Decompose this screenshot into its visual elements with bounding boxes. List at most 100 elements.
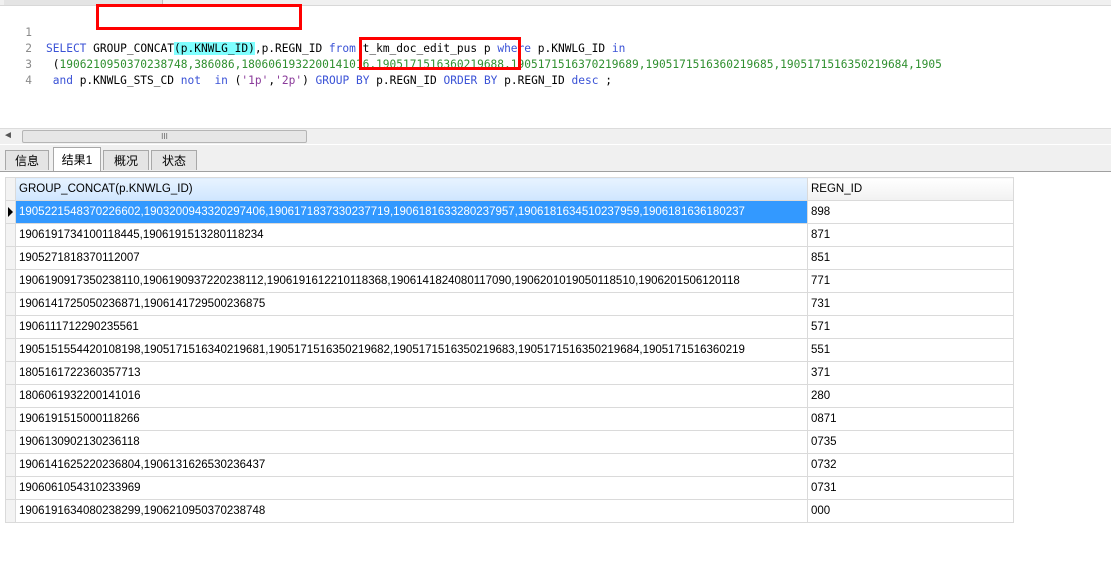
statement-end: ; <box>598 74 612 87</box>
cell-ids[interactable]: 1905151554420108198,1905171516340219681,… <box>15 338 808 362</box>
row-indicator <box>5 223 16 247</box>
code-line-4: 4 <box>0 57 32 87</box>
row-indicator <box>5 200 16 224</box>
cell-ids[interactable]: 1905271818370112007 <box>15 246 808 270</box>
table-row[interactable]: 1906141625220236804,1906131626530236437 0… <box>5 453 1014 477</box>
tab-status[interactable]: 状态 <box>151 150 197 170</box>
cell-regn-id[interactable]: 731 <box>807 292 1014 316</box>
table-row[interactable]: 1906111712290235561 571 <box>5 315 1014 339</box>
cell-ids[interactable]: 1906191734100118445,1906191513280118234 <box>15 223 808 247</box>
tab-label: 信息 <box>14 154 39 168</box>
close-paren: ) <box>302 74 316 87</box>
result-tabs: 信息 结果1 概况 状态 <box>0 145 1111 172</box>
string-2p: '2p' <box>275 74 303 87</box>
table-row[interactable]: 1805161722360357713 371 <box>5 361 1014 385</box>
open-paren: ( <box>46 58 60 71</box>
tab-label: 结果1 <box>61 153 93 167</box>
result-grid: GROUP_CONCAT(p.KNWLG_ID) REGN_ID 1905221… <box>5 177 1014 523</box>
cell-ids[interactable]: 1805161722360357713 <box>15 361 808 385</box>
column-header-group-concat[interactable]: GROUP_CONCAT(p.KNWLG_ID) <box>15 177 808 201</box>
fn-group-concat: GROUP_CONCAT <box>93 42 174 55</box>
horizontal-scrollbar[interactable]: ◄ III <box>0 128 1111 144</box>
code-text: SELECT GROUP_CONCAT(p.KNWLG_ID),p.REGN_I… <box>46 41 625 57</box>
keyword-select: SELECT <box>46 42 87 55</box>
row-indicator <box>5 246 16 270</box>
line-number: 4 <box>25 74 32 87</box>
cell-regn-id[interactable]: 898 <box>807 200 1014 224</box>
cell-ids[interactable]: 1806061932200141016 <box>15 384 808 408</box>
row-indicator-header <box>5 177 16 201</box>
row-indicator <box>5 338 16 362</box>
scrollbar-thumb[interactable]: III <box>22 130 307 143</box>
fn-argument: (p.KNWLG_ID) <box>174 42 255 55</box>
row-indicator <box>5 361 16 385</box>
column-header-regn-id[interactable]: REGN_ID <box>807 177 1014 201</box>
keyword-in: in <box>214 74 228 87</box>
cell-regn-id[interactable]: 771 <box>807 269 1014 293</box>
tab-info[interactable]: 信息 <box>5 150 49 170</box>
cell-ids[interactable]: 1906141625220236804,1906131626530236437 <box>15 453 808 477</box>
where-column: p.KNWLG_ID <box>531 42 612 55</box>
tab-profile[interactable]: 概况 <box>103 150 149 170</box>
cell-ids[interactable]: 1906190917350238110,1906190937220238112,… <box>15 269 808 293</box>
code-line-1: 1 SELECT GROUP_CONCAT(p.KNWLG_ID),p.REGN… <box>0 9 625 55</box>
table-row[interactable]: 1906061054310233969 0731 <box>5 476 1014 500</box>
grip-icon: III <box>161 132 168 141</box>
keyword-desc: desc <box>571 74 599 87</box>
table-row[interactable]: 1906190917350238110,1906190937220238112,… <box>5 269 1014 293</box>
group-column: p.REGN_ID <box>369 74 444 87</box>
table-row[interactable]: 1806061932200141016 280 <box>5 384 1014 408</box>
cell-regn-id[interactable]: 571 <box>807 315 1014 339</box>
row-indicator <box>5 384 16 408</box>
row-indicator <box>5 269 16 293</box>
string-1p: '1p' <box>241 74 269 87</box>
keyword-not: not <box>180 74 201 87</box>
status-column: p.KNWLG_STS_CD <box>72 74 181 87</box>
open-paren: ( <box>227 74 242 87</box>
cell-regn-id[interactable]: 851 <box>807 246 1014 270</box>
table-row[interactable]: 1905151554420108198,1905171516340219681,… <box>5 338 1014 362</box>
tab-label: 状态 <box>161 154 186 168</box>
keyword-from: from <box>328 42 356 55</box>
cell-ids[interactable]: 1906061054310233969 <box>15 476 808 500</box>
cell-regn-id[interactable]: 0735 <box>807 430 1014 454</box>
code-text: and p.KNWLG_STS_CD not in ('1p','2p') GR… <box>46 73 612 89</box>
cell-regn-id[interactable]: 0871 <box>807 407 1014 431</box>
table-row[interactable]: 1906191734100118445,1906191513280118234 8… <box>5 223 1014 247</box>
keyword-order-by: ORDER BY <box>443 74 498 87</box>
cell-regn-id[interactable]: 871 <box>807 223 1014 247</box>
table-row[interactable]: 1906141725050236871,1906141729500236875 7… <box>5 292 1014 316</box>
cell-ids[interactable]: 1906130902130236118 <box>15 430 808 454</box>
cell-regn-id[interactable]: 0731 <box>807 476 1014 500</box>
table-row[interactable]: 1906191634080238299,1906210950370238748 0… <box>5 499 1014 523</box>
cell-regn-id[interactable]: 371 <box>807 361 1014 385</box>
table-row[interactable]: 1905221548370226602,1903200943320297406,… <box>5 200 1014 224</box>
row-indicator <box>5 407 16 431</box>
cell-regn-id[interactable]: 000 <box>807 499 1014 523</box>
annotation-box-group-concat <box>96 4 302 30</box>
cell-regn-id[interactable]: 0732 <box>807 453 1014 477</box>
row-indicator <box>5 430 16 454</box>
table-row[interactable]: 1905271818370112007 851 <box>5 246 1014 270</box>
tab-result1[interactable]: 结果1 <box>53 147 101 171</box>
order-column: p.REGN_ID <box>497 74 572 87</box>
keyword-and: and <box>46 74 73 87</box>
cell-ids[interactable]: 1906191634080238299,1906210950370238748 <box>15 499 808 523</box>
cell-regn-id[interactable]: 280 <box>807 384 1014 408</box>
cell-ids[interactable]: 1906191515000118266 <box>15 407 808 431</box>
scroll-left-arrow-icon[interactable]: ◄ <box>3 130 13 141</box>
code-line-2: 2 (1906210950370238748,386086,1806061932… <box>0 25 942 71</box>
annotation-box-group-by <box>359 37 521 70</box>
cell-ids[interactable]: 1905221548370226602,1903200943320297406,… <box>15 200 808 224</box>
table-row[interactable]: 1906130902130236118 0735 <box>5 430 1014 454</box>
row-indicator <box>5 315 16 339</box>
row-indicator <box>5 453 16 477</box>
table-row[interactable]: 1906191515000118266 0871 <box>5 407 1014 431</box>
keyword-group-by: GROUP BY <box>315 74 370 87</box>
cell-ids[interactable]: 1906111712290235561 <box>15 315 808 339</box>
row-indicator <box>5 292 16 316</box>
cell-ids[interactable]: 1906141725050236871,1906141729500236875 <box>15 292 808 316</box>
cell-regn-id[interactable]: 551 <box>807 338 1014 362</box>
sql-editor[interactable]: 1 SELECT GROUP_CONCAT(p.KNWLG_ID),p.REGN… <box>0 0 1111 128</box>
